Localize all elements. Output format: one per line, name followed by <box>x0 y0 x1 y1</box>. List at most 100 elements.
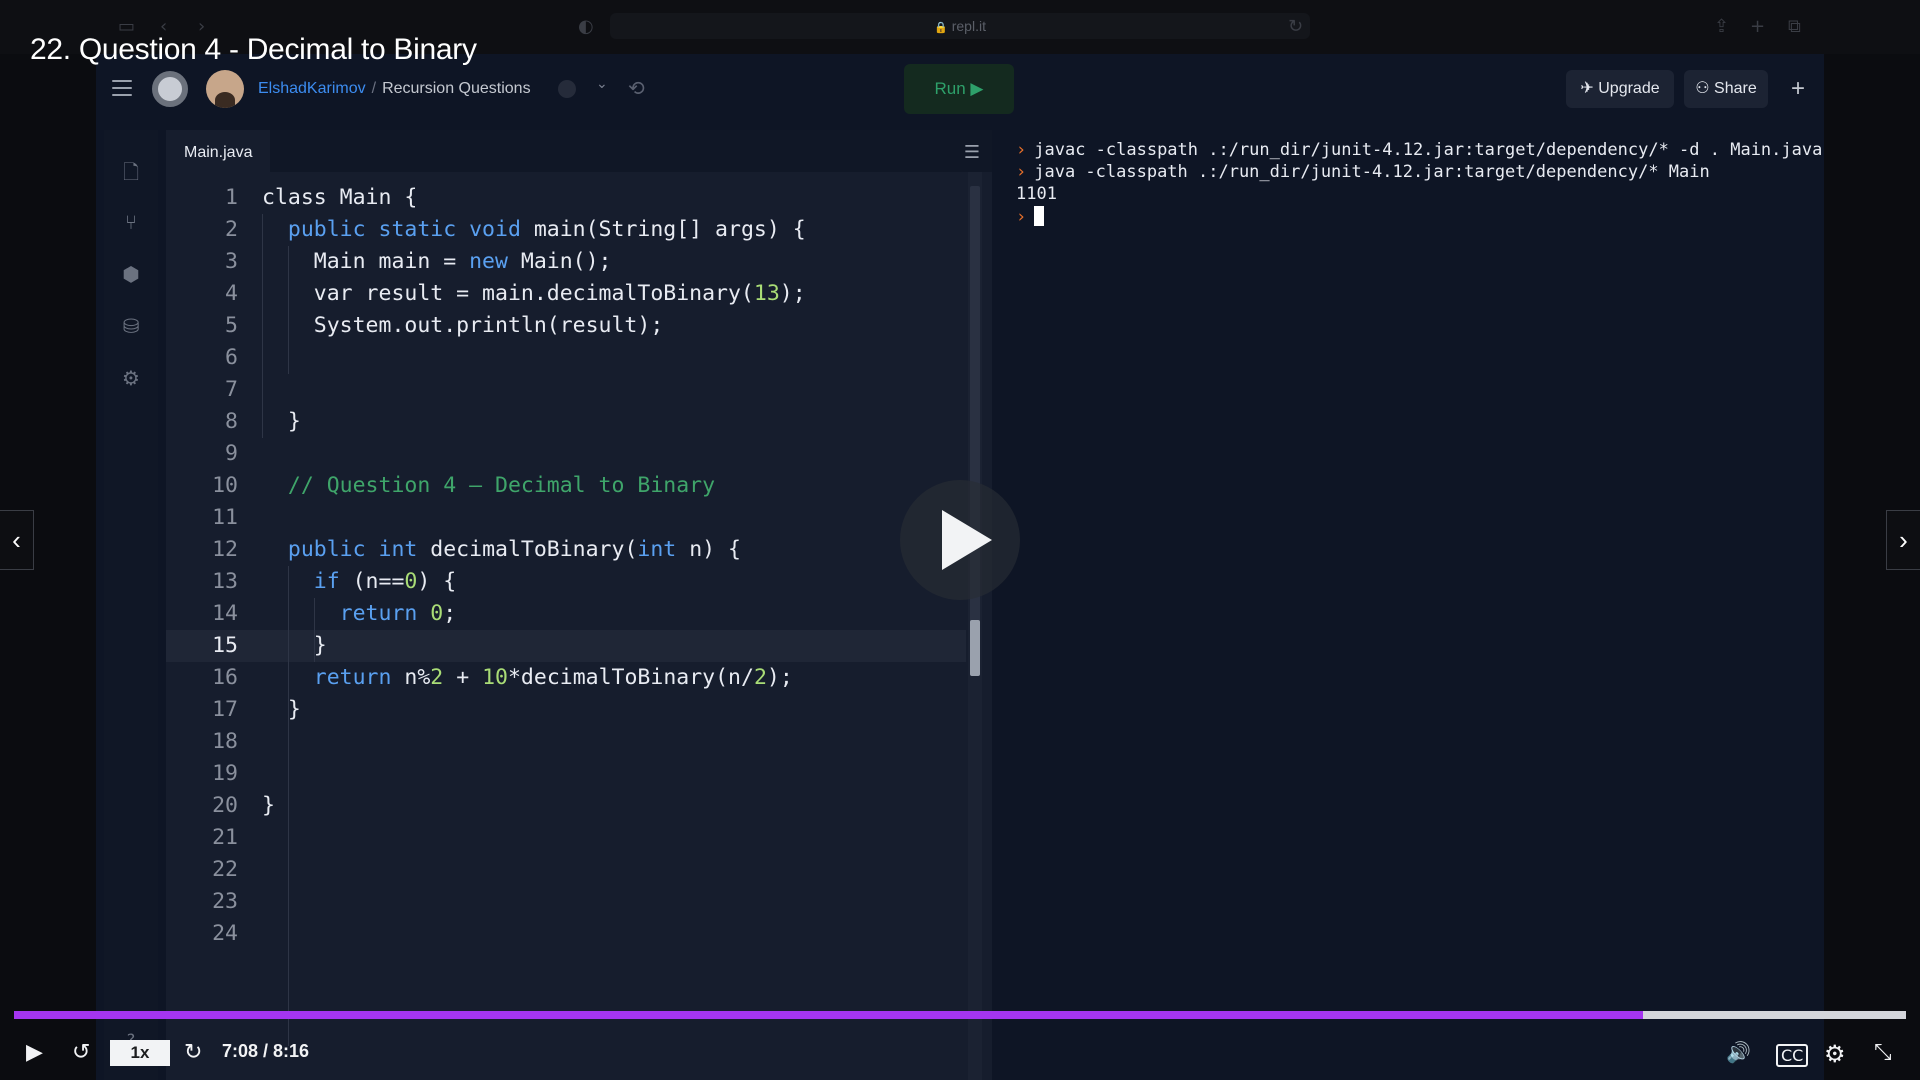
language-icon <box>558 80 576 98</box>
settings-icon[interactable]: ⚙ <box>119 366 143 390</box>
rocket-icon: ✈ <box>1580 80 1599 97</box>
video-title: 22. Question 4 - Decimal to Binary <box>30 33 477 66</box>
code-line[interactable]: 18 <box>166 726 966 758</box>
prompt-icon: › <box>1016 207 1027 227</box>
breadcrumb: ElshadKarimov / Recursion Questions <box>258 80 531 98</box>
console-line: › javac -classpath .:/run_dir/junit-4.12.… <box>1016 140 1822 160</box>
playback-speed-button[interactable]: 1x <box>110 1040 170 1066</box>
settings-gear-icon[interactable]: ⚙ <box>1824 1040 1846 1068</box>
code-line[interactable]: 6 <box>166 342 966 374</box>
line-number: 21 <box>212 825 238 850</box>
code-line[interactable]: 20} <box>166 790 966 822</box>
upgrade-button[interactable]: ✈ Upgrade <box>1566 70 1674 108</box>
run-button[interactable]: Run ▶ <box>904 64 1014 114</box>
indent-guide <box>314 598 315 662</box>
lock-icon: 🔒 <box>934 21 948 34</box>
video-progress-bar[interactable] <box>14 1011 1906 1019</box>
line-number: 23 <box>212 889 238 914</box>
code-line[interactable]: 5 System.out.println(result); <box>166 310 966 342</box>
line-number: 20 <box>212 793 238 818</box>
video-time: 7:08 / 8:16 <box>222 1041 310 1061</box>
volume-icon[interactable]: 🔊 <box>1726 1040 1751 1064</box>
avatar[interactable] <box>206 70 244 108</box>
replit-logo[interactable] <box>152 71 188 107</box>
code-text: public int decimalToBinary(int n) { <box>287 537 741 562</box>
code-line[interactable]: 9 <box>166 438 966 470</box>
code-line[interactable]: 16 return n%2 + 10*decimalToBinary(n/2); <box>166 662 966 694</box>
username-link[interactable]: ElshadKarimov <box>258 80 366 97</box>
console-output[interactable]: › javac -classpath .:/run_dir/junit-4.12.… <box>998 130 1822 1080</box>
code-line[interactable]: 22 <box>166 854 966 886</box>
code-line[interactable]: 7 <box>166 374 966 406</box>
code-line[interactable]: 4 var result = main.decimalToBinary(13); <box>166 278 966 310</box>
code-line[interactable]: 12 public int decimalToBinary(int n) { <box>166 534 966 566</box>
code-line[interactable]: 23 <box>166 886 966 918</box>
code-line[interactable]: 15 } <box>166 630 966 662</box>
menu-icon[interactable] <box>112 80 132 96</box>
code-line[interactable]: 14 return 0; <box>166 598 966 630</box>
console-input-line[interactable]: › <box>1016 206 1045 227</box>
editor-tabbar: Main.java ☰ <box>166 130 992 172</box>
code-line[interactable]: 24 <box>166 918 966 950</box>
forward-5-icon[interactable]: ↻ <box>184 1040 202 1065</box>
line-number: 3 <box>225 249 238 274</box>
next-lecture-button[interactable]: › <box>1886 510 1920 570</box>
code-line[interactable]: 1 class Main { <box>166 182 966 214</box>
code-line[interactable]: 11 <box>166 502 966 534</box>
repl-name[interactable]: Recursion Questions <box>382 80 531 97</box>
address-bar[interactable]: 🔒 repl.it <box>610 13 1310 39</box>
share-page-icon[interactable]: ⇪ <box>1714 16 1729 37</box>
code-line[interactable]: 19 <box>166 758 966 790</box>
code-editor: Main.java ☰ 1 class Main {2 public static… <box>166 130 992 1080</box>
share-label: Share <box>1714 80 1757 97</box>
line-number: 15 <box>212 633 238 658</box>
line-number: 6 <box>225 345 238 370</box>
line-number: 8 <box>225 409 238 434</box>
new-tab-icon[interactable]: + <box>1750 16 1765 37</box>
code-text: if (n==0) { <box>313 569 457 594</box>
code-text: } <box>262 633 327 658</box>
fullscreen-icon[interactable]: ⤡ <box>1874 1040 1892 1065</box>
code-text: return 0; <box>339 601 457 626</box>
tabs-overview-icon[interactable]: ⧉ <box>1788 16 1801 37</box>
big-play-button[interactable] <box>900 480 1020 600</box>
play-icon[interactable]: ▶ <box>26 1040 43 1065</box>
chevron-down-icon[interactable]: ⌄ <box>596 76 608 92</box>
editor-scroll-marker <box>970 656 980 676</box>
code-line[interactable]: 10 // Question 4 — Decimal to Binary <box>166 470 966 502</box>
history-icon[interactable]: ⟲ <box>628 76 645 100</box>
share-button[interactable]: ⚇ Share <box>1684 70 1768 108</box>
files-icon[interactable]: 🗋 <box>119 158 143 184</box>
indent-guide <box>288 566 289 1046</box>
code-line[interactable]: 17 } <box>166 694 966 726</box>
add-pane-button[interactable]: + <box>1786 70 1810 108</box>
line-number: 19 <box>212 761 238 786</box>
code-text: return n%2 + 10*decimalToBinary(n/2); <box>313 665 793 690</box>
prompt-icon: › <box>1016 140 1027 160</box>
reload-icon[interactable]: ↻ <box>1288 16 1303 37</box>
line-number: 24 <box>212 921 238 946</box>
database-icon[interactable]: ⛁ <box>119 314 143 338</box>
version-control-icon[interactable]: ⑂ <box>119 210 143 234</box>
line-number: 11 <box>212 505 238 530</box>
console-text: java -classpath .:/run_dir/junit-4.12.ja… <box>1034 162 1710 182</box>
tab-main-java[interactable]: Main.java <box>166 130 271 172</box>
editor-menu-icon[interactable]: ☰ <box>964 142 980 163</box>
captions-icon[interactable]: CC <box>1776 1044 1809 1067</box>
code-line[interactable]: 2 public static void main(String[] args)… <box>166 214 966 246</box>
code-line[interactable]: 21 <box>166 822 966 854</box>
line-number: 5 <box>225 313 238 338</box>
code-line[interactable]: 8 } <box>166 406 966 438</box>
code-text: Main main = new Main(); <box>262 249 612 274</box>
code-line[interactable]: 3 Main main = new Main(); <box>166 246 966 278</box>
code-area[interactable]: 1 class Main {2 public static void main(S… <box>166 172 966 1080</box>
console-text: javac -classpath .:/run_dir/junit-4.12.j… <box>1034 140 1823 160</box>
previous-lecture-button[interactable]: ‹ <box>0 510 34 570</box>
packages-icon[interactable]: ⬢ <box>119 262 143 286</box>
code-line[interactable]: 13 if (n==0) { <box>166 566 966 598</box>
line-number: 22 <box>212 857 238 882</box>
breadcrumb-separator: / <box>371 80 377 97</box>
rewind-icon[interactable]: ↺ <box>72 1040 90 1065</box>
upgrade-label: Upgrade <box>1598 80 1660 97</box>
editor-scroll-thumb[interactable] <box>970 620 980 660</box>
